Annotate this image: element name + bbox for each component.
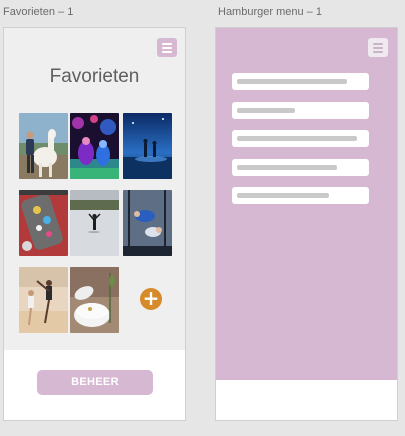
menu-item-1[interactable] (232, 73, 369, 90)
photo-alpaca-woman[interactable] (19, 113, 68, 179)
add-photo-button[interactable]: + (140, 288, 162, 310)
artboard-label-favorieten: Favorieten – 1 (3, 6, 74, 18)
menu-item-2[interactable] (232, 102, 369, 119)
hamburger-icon-line (373, 50, 383, 53)
placeholder-text-bar (237, 193, 329, 198)
menu-item-4[interactable] (232, 159, 369, 176)
footer-area: BEHEER (4, 350, 185, 420)
page-title: Favorieten (49, 66, 140, 87)
menu-panel (216, 28, 397, 380)
hamburger-menu-button[interactable] (157, 38, 177, 57)
artboard-favorieten[interactable]: Favorieten + BEHEER (3, 27, 186, 421)
favorites-content-area: Favorieten + (4, 28, 185, 350)
plus-icon: + (142, 286, 160, 310)
artboard-label-hamburger-menu: Hamburger menu – 1 (218, 6, 322, 18)
photo-cake-rings[interactable] (70, 267, 119, 333)
photo-stickers-hand[interactable] (19, 190, 68, 256)
hamburger-icon (162, 42, 172, 45)
photo-ice-skater[interactable] (70, 190, 119, 256)
placeholder-text-bar (237, 79, 347, 84)
placeholder-text-bar (237, 108, 295, 113)
menu-item-3[interactable] (232, 130, 369, 147)
hamburger-icon-line (162, 50, 172, 53)
photo-neon-party[interactable] (70, 113, 119, 179)
photo-night-beach[interactable] (123, 113, 172, 179)
photo-beach-yoga[interactable] (19, 267, 68, 333)
artboard-hamburger-menu[interactable] (215, 27, 398, 421)
placeholder-text-bar (237, 165, 337, 170)
menu-item-5[interactable] (232, 187, 369, 204)
hamburger-icon-line (373, 46, 383, 49)
beheer-button[interactable]: BEHEER (37, 370, 153, 395)
placeholder-text-bar (237, 136, 357, 141)
photo-skydiving-tunnel[interactable] (123, 190, 172, 256)
hamburger-icon (373, 42, 383, 45)
hamburger-menu-button[interactable] (368, 38, 388, 57)
hamburger-icon-line (162, 46, 172, 49)
